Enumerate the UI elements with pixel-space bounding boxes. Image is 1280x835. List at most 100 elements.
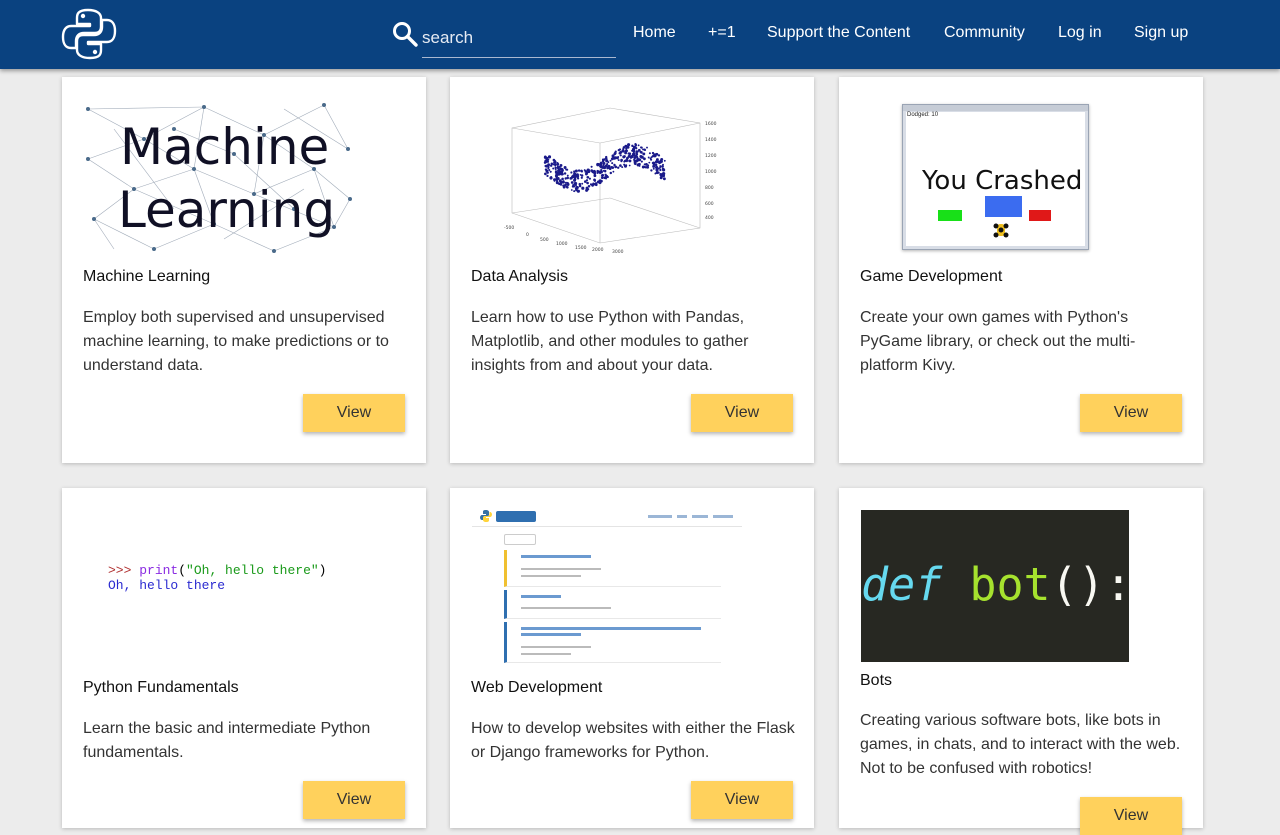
card-title: Data Analysis — [471, 268, 568, 285]
svg-text:500: 500 — [540, 237, 549, 243]
scatter-point — [594, 183, 598, 187]
scatter-point — [592, 182, 595, 185]
scatter-point — [588, 177, 591, 180]
scatter-point — [646, 165, 650, 169]
scatter-point — [655, 168, 659, 172]
svg-text:0: 0 — [526, 232, 529, 238]
scatter-point — [640, 146, 643, 149]
scatter-point — [564, 177, 567, 180]
svg-text:600: 600 — [705, 201, 714, 207]
view-data-analysis-button[interactable]: View — [691, 394, 793, 432]
svg-text:400: 400 — [705, 215, 714, 221]
game-score: Dodged: 10 — [907, 112, 939, 118]
scatter-point — [555, 181, 559, 185]
scatter-point — [563, 172, 567, 175]
scatter-point — [586, 188, 590, 191]
game-crashed-message: You Crashed — [922, 166, 1083, 196]
scatter-point — [570, 171, 573, 174]
scatter-point — [586, 175, 590, 179]
card-description: How to develop websites with either the … — [471, 720, 795, 761]
scatter-point — [576, 174, 580, 178]
scatter-point — [628, 159, 632, 163]
nav-plus-equals-one[interactable]: +=1 — [708, 24, 736, 42]
3d-scatter-plot-image: 160014001200 1000800600400 -50005001000 … — [504, 107, 717, 253]
window-titlebar — [903, 105, 1088, 111]
view-machine-learning-button[interactable]: View — [303, 394, 405, 432]
nav-log-in[interactable]: Log in — [1058, 24, 1102, 42]
scatter-point — [654, 163, 658, 167]
svg-text:-500: -500 — [504, 225, 514, 231]
scatter-point — [586, 181, 589, 185]
scatter-point — [647, 164, 650, 167]
card-title: Machine Learning — [83, 268, 211, 285]
view-game-development-button[interactable]: View — [1080, 394, 1182, 432]
website-screenshot-image — [472, 508, 742, 668]
scatter-point — [627, 152, 630, 155]
shell-input-line: >>> print("Oh, hello there") — [108, 563, 327, 578]
nav-sign-up[interactable]: Sign up — [1134, 24, 1188, 42]
scatter-point — [619, 164, 622, 167]
game-block — [985, 196, 1022, 217]
scatter-point — [604, 169, 607, 173]
scatter-point — [635, 152, 639, 156]
nav-support-the-content[interactable]: Support the Content — [767, 24, 910, 42]
view-python-fundamentals-button[interactable]: View — [303, 781, 405, 819]
scatter-point — [544, 172, 547, 176]
scatter-point — [602, 165, 606, 169]
scatter-point — [654, 160, 659, 164]
scatter-point — [633, 156, 637, 160]
view-web-development-button[interactable]: View — [691, 781, 793, 819]
scatter-point — [593, 179, 597, 182]
scatter-point — [609, 159, 612, 162]
machine-learning-image: Machine Learning — [86, 103, 352, 253]
scatter-point — [576, 189, 580, 193]
nav-home[interactable]: Home — [633, 24, 676, 42]
scatter-point — [553, 179, 556, 182]
card-title: Web Development — [471, 679, 603, 696]
scatter-point — [574, 182, 578, 185]
mini-navbar — [472, 508, 742, 527]
search-input[interactable] — [422, 22, 616, 58]
search-icon[interactable] — [392, 21, 418, 47]
scatter-point — [647, 156, 650, 159]
scatter-point — [636, 159, 639, 162]
scatter-point — [632, 145, 636, 149]
scatter-point — [600, 180, 603, 183]
scatter-point — [557, 173, 561, 176]
scatter-point — [562, 180, 565, 183]
scatter-point — [637, 148, 641, 152]
scatter-point — [659, 168, 662, 172]
scatter-point — [606, 175, 609, 179]
svg-text:2000: 2000 — [592, 247, 604, 253]
python-logo-icon[interactable] — [60, 6, 118, 62]
scatter-point — [650, 169, 653, 172]
scatter-point — [625, 149, 628, 153]
scatter-point — [611, 162, 614, 165]
svg-text:1400: 1400 — [705, 137, 717, 143]
scatter-point — [562, 184, 565, 187]
top-navigation-bar: Home +=1 Support the Content Community L… — [0, 0, 1280, 69]
scatter-point — [559, 183, 563, 186]
scatter-point — [627, 143, 630, 147]
scatter-point — [617, 156, 620, 158]
scatter-point — [608, 167, 612, 170]
svg-text:1000: 1000 — [705, 169, 717, 175]
scatter-point — [621, 166, 624, 169]
scatter-point — [617, 148, 620, 152]
scatter-point — [547, 155, 552, 159]
scatter-point — [601, 173, 605, 177]
scatter-point — [617, 166, 620, 169]
svg-text:800: 800 — [705, 185, 714, 191]
scatter-point — [546, 171, 549, 174]
scatter-point — [561, 169, 564, 172]
scatter-point — [566, 186, 569, 189]
scatter-point — [563, 166, 567, 169]
scatter-point — [625, 164, 628, 167]
nav-community[interactable]: Community — [944, 24, 1025, 42]
scatter-point — [623, 159, 627, 163]
scatter-point — [573, 190, 576, 193]
mini-new-post-button — [504, 534, 536, 545]
scatter-point — [640, 160, 643, 163]
scatter-point — [614, 150, 617, 153]
scatter-point — [661, 174, 666, 178]
